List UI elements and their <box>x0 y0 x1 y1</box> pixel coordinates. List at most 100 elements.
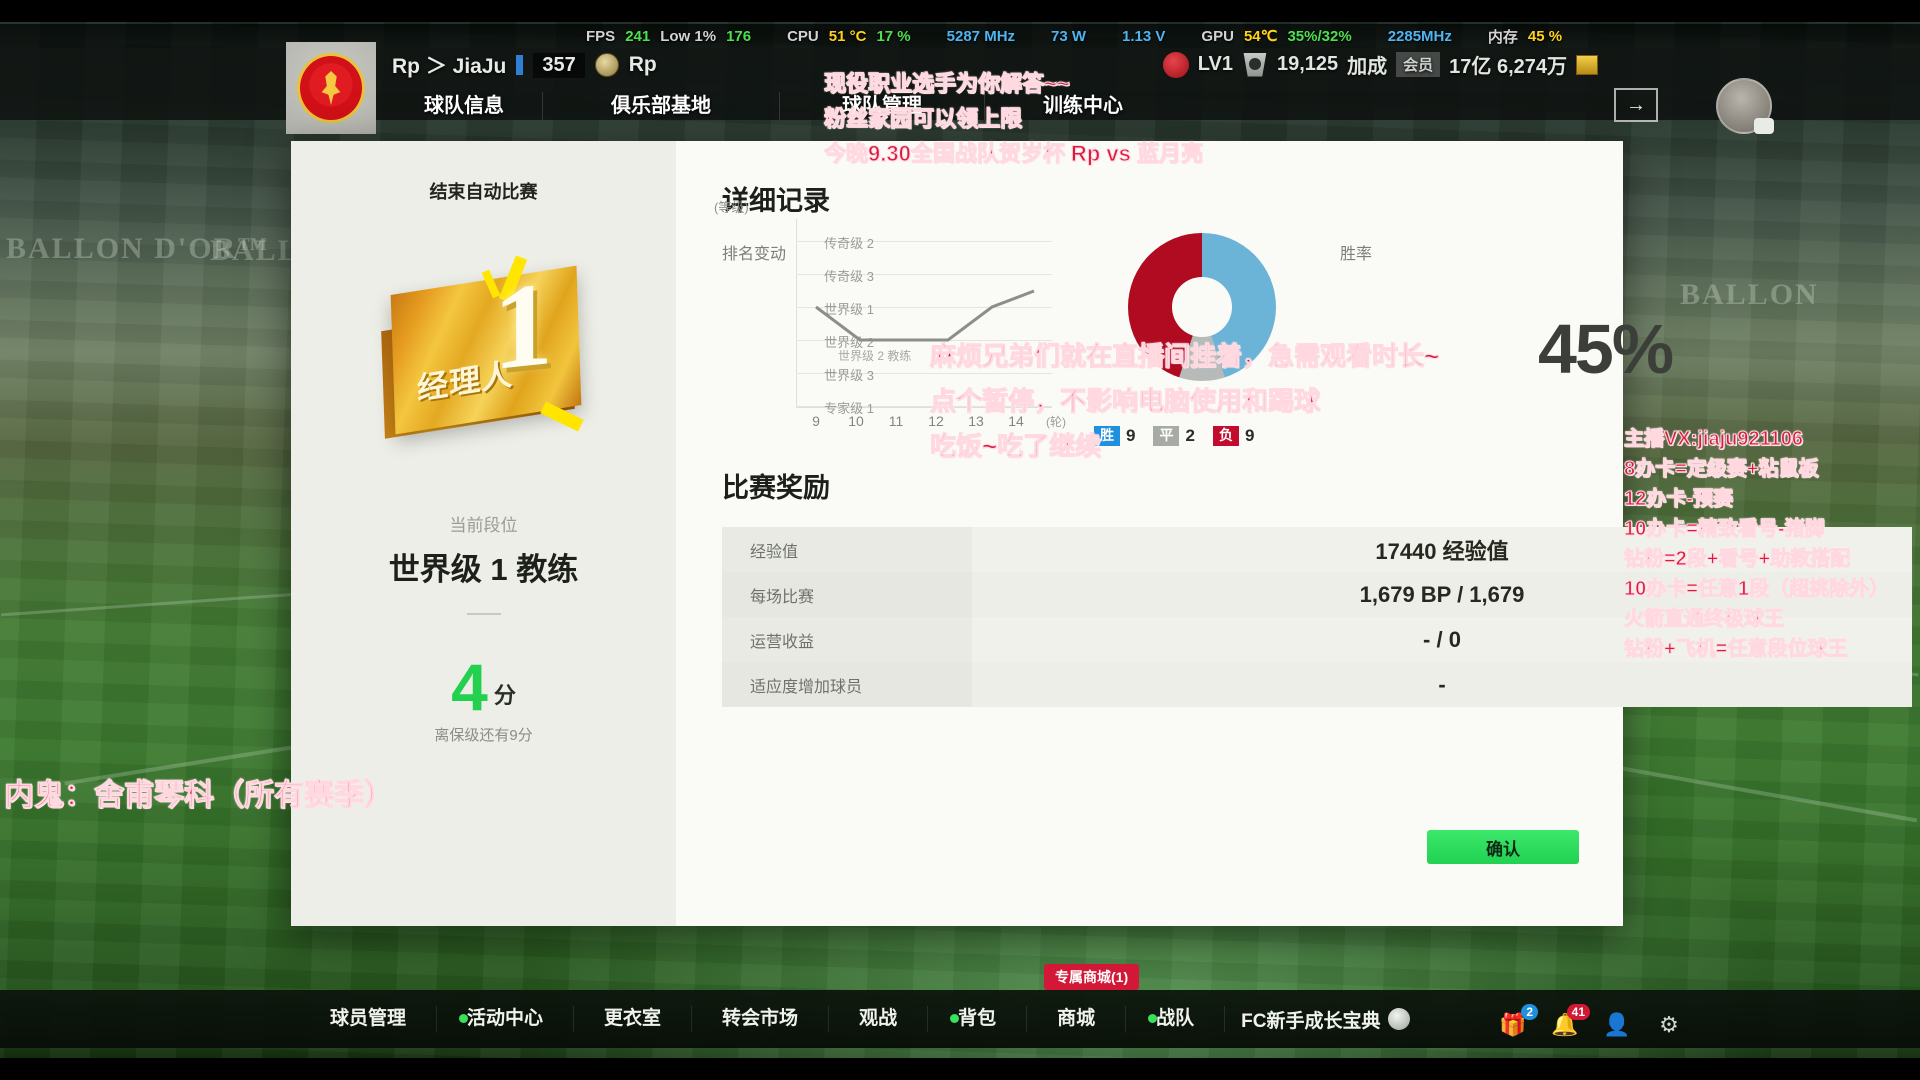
bottom-nav-spectate[interactable]: 观战 <box>829 1006 929 1032</box>
stream-overlay-top-3: 今晚9.30全国战队贺岁杯 Rp vs 蓝月亮 <box>824 141 1204 167</box>
stream-overlay-right-5: 钻粉=2段+看号+助教搭配 <box>1623 548 1851 571</box>
x-tick-label: 9 <box>812 413 820 429</box>
level-icon <box>1162 51 1189 78</box>
coins-amount: 17亿 6,274万 <box>1449 56 1567 78</box>
bottom-nav-label: 球员管理 <box>330 1008 407 1029</box>
match-result-dialog: 结束自动比赛 1 经理人 当前段位 世界级 1 教练 4 分 离保级还有9分 详… <box>291 141 1912 926</box>
vip-badge[interactable]: 会员 <box>1396 52 1441 77</box>
bottom-nav-clan[interactable]: 战队 <box>1126 1006 1226 1032</box>
bottom-nav-activity-center[interactable]: 活动中心 <box>437 1006 575 1032</box>
current-tier-value: 世界级 1 教练 <box>388 552 579 587</box>
auto-match-title: 结束自动比赛 <box>429 182 538 202</box>
bottom-nav-transfer-market[interactable]: 转会市场 <box>692 1006 830 1032</box>
divider <box>466 613 501 615</box>
bonus-label: 加成 <box>1347 56 1388 78</box>
tab-team-info[interactable]: 球队信息 <box>386 92 543 120</box>
stream-overlay-right-6: 10办卡=任意1段（超挑除外） <box>1623 578 1890 601</box>
bottom-nav-label: 转会市场 <box>722 1008 799 1029</box>
x-tick-label: 11 <box>888 413 904 429</box>
chart-annotation: 世界级 2 教练 <box>838 349 912 363</box>
stadium-banner-text: BALLON <box>1680 278 1819 311</box>
notification-dot-icon <box>459 1014 469 1023</box>
hw-value: 54℃ <box>1243 28 1278 45</box>
player-number: 357 <box>533 52 585 78</box>
confirm-button[interactable]: 确认 <box>1427 830 1579 864</box>
hw-label: GPU <box>1201 27 1234 45</box>
hw-value: 51 °C <box>828 27 867 45</box>
legend-draw-value: 2 <box>1185 426 1195 445</box>
bottom-nav-label: 商城 <box>1057 1008 1096 1029</box>
rank-tick-icon <box>516 55 524 75</box>
user-icon[interactable]: 👤 <box>1602 1010 1632 1040</box>
hw-value: 5287 MHz <box>946 27 1016 45</box>
club-short-name: Rp <box>628 53 657 76</box>
stream-overlay-top-2: 粉丝家园可以领上限 <box>823 106 1023 132</box>
col-header-win-rate: 胜率 <box>1340 246 1373 263</box>
hw-value: 17 % <box>876 27 911 45</box>
bottom-nav-shop[interactable]: 商城 <box>1027 1006 1127 1032</box>
user-avatar-icon[interactable] <box>1716 78 1774 134</box>
bottom-nav-label: 观战 <box>859 1008 898 1029</box>
dialog-right-pane: 详细记录 排名变动 胜/负 胜率 (等级) 传奇级 2 传奇级 3 世界级 1 … <box>676 141 1912 926</box>
points-amount: 19,125 <box>1276 53 1339 75</box>
stream-overlay-top-1: 现役职业选手为你解答~~ <box>824 71 1071 97</box>
legend-win-value: 9 <box>1126 426 1136 445</box>
current-tier-label: 当前段位 <box>449 516 518 535</box>
stream-overlay-bottom-left: 内鬼：舍甫琴科（所有赛季） <box>4 779 395 813</box>
exclusive-shop-badge[interactable]: 专属商城(1) <box>1044 964 1140 990</box>
exit-icon[interactable] <box>1614 88 1658 122</box>
legend-loss-value: 9 <box>1244 426 1255 445</box>
bell-count-badge: 41 <box>1566 1004 1590 1021</box>
relegation-note: 离保级还有9分 <box>434 726 533 744</box>
stream-overlay-right-4: 10办卡=精致看号-猪脚 <box>1624 518 1826 541</box>
hw-label: 内存 <box>1487 28 1518 46</box>
bottom-nav-inventory[interactable]: 背包 <box>928 1006 1028 1032</box>
win-rate-value: 45% <box>1538 310 1674 388</box>
hw-value: 176 <box>726 27 752 45</box>
reward-key: 适应度增加球员 <box>722 662 972 707</box>
gift-count-badge: 2 <box>1521 1004 1538 1021</box>
screen: BALLON D'OR™ BALLON BALLON D'OR™ BALLON … <box>0 0 1920 1080</box>
points-value: 4 <box>451 650 488 724</box>
legend-loss-box: 负 <box>1212 426 1239 446</box>
level-label: LV1 <box>1197 53 1233 75</box>
fc-guide-label: FC新手成长宝典 <box>1241 1010 1381 1032</box>
football-icon <box>1388 1008 1411 1030</box>
bottom-nav-player-management[interactable]: 球员管理 <box>300 1006 438 1032</box>
gift-icon[interactable]: 🎁 2 <box>1498 1004 1538 1040</box>
currency-bar: LV1 19,125 加成 会员 17亿 6,274万 <box>1162 50 1598 79</box>
reward-key: 运营收益 <box>722 617 972 662</box>
stream-overlay-mid-3: 吃饭~吃了继续 <box>929 431 1102 462</box>
section-title-detailed-record: 详细记录 <box>722 186 830 216</box>
tab-club-base[interactable]: 俱乐部基地 <box>543 92 780 120</box>
settings-gear-icon[interactable]: ⚙ <box>1654 1010 1684 1040</box>
hw-value: 241 <box>625 27 651 45</box>
table-row: 适应度增加球员 - <box>722 662 1912 707</box>
hw-value: 2285MHz <box>1387 27 1452 45</box>
manager-rank-badge-icon: 1 经理人 <box>379 250 589 455</box>
bell-icon[interactable]: 🔔 41 <box>1550 1004 1590 1040</box>
points-row: 4 分 <box>451 650 516 724</box>
stream-overlay-right-3: 12办卡-预赛 <box>1624 488 1734 511</box>
reward-key: 经验值 <box>722 527 972 572</box>
bottom-nav-label: 更衣室 <box>604 1008 662 1029</box>
club-badge-icon <box>594 53 619 77</box>
manchester-united-crest-icon <box>286 42 376 134</box>
reward-value: - <box>972 662 1912 707</box>
hw-label: CPU <box>787 27 819 45</box>
player-profile-row[interactable]: Rp ＞ JiaJu 357 Rp <box>392 50 657 80</box>
chart-y-axis-unit: (等级) <box>714 200 749 215</box>
reward-key: 每场比赛 <box>722 572 972 617</box>
stream-overlay-right-2: 8办卡=定级赛+粘鼠板 <box>1623 458 1819 481</box>
x-tick-label: 10 <box>848 413 864 429</box>
legend-draw-box: 平 <box>1153 426 1180 446</box>
user-glyph: 👤 <box>1603 1012 1631 1037</box>
stream-overlay-right-8: 钻粉+飞机=任意段位球王 <box>1623 638 1848 661</box>
notification-dot-icon <box>950 1014 960 1023</box>
points-unit: 分 <box>493 682 516 708</box>
points-icon <box>1243 52 1267 77</box>
bottom-nav-locker-room[interactable]: 更衣室 <box>574 1006 693 1032</box>
fc-beginner-guide[interactable]: FC新手成长宝典 <box>1225 1006 1426 1033</box>
win-loss-legend: 胜 9 平 2 负 9 <box>1094 426 1254 446</box>
hw-value: 45 % <box>1527 27 1563 45</box>
